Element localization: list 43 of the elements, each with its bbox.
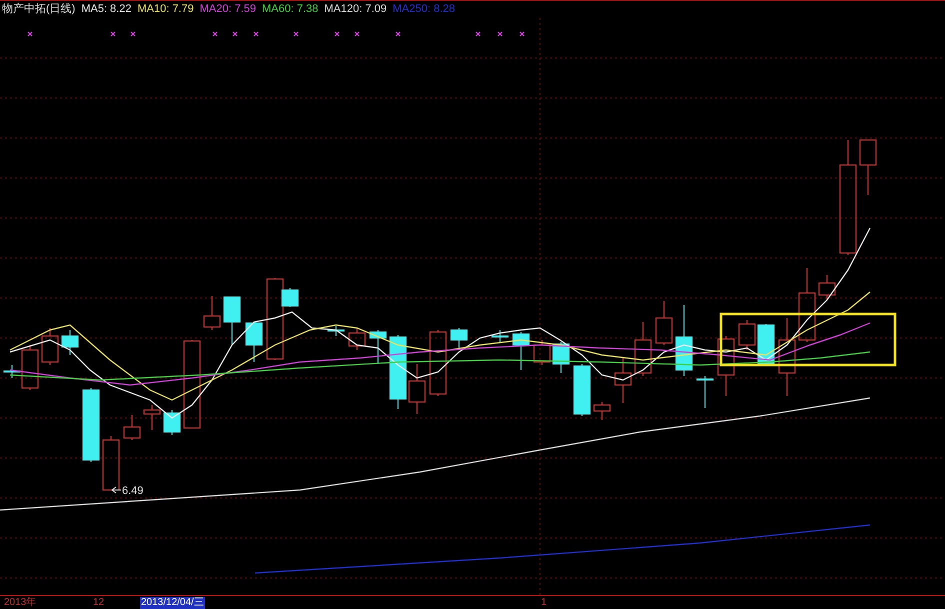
candlestick bbox=[512, 332, 530, 370]
candlestick bbox=[164, 410, 180, 436]
candlestick bbox=[614, 358, 632, 404]
candlestick bbox=[408, 364, 426, 414]
candlestick bbox=[818, 274, 836, 300]
moving-average-legend: MA60: 7.38 bbox=[262, 1, 318, 18]
candlestick bbox=[204, 296, 220, 330]
candlestick bbox=[738, 320, 756, 350]
candlestick bbox=[860, 140, 876, 196]
candlestick bbox=[492, 330, 508, 342]
candlestick bbox=[634, 322, 652, 376]
candlestick bbox=[370, 330, 386, 364]
candlestick bbox=[224, 296, 240, 346]
candlestick bbox=[696, 376, 714, 408]
moving-average-legend: MA120: 7.09 bbox=[324, 1, 387, 18]
date-axis-label: 2013年 bbox=[3, 597, 38, 609]
date-axis-label: 2013/12/04/三 bbox=[140, 597, 205, 609]
date-axis-label: 1 bbox=[540, 597, 548, 609]
candlestick bbox=[534, 340, 550, 366]
moving-average-legend: MA5: 8.22 bbox=[81, 1, 132, 18]
candlestick bbox=[676, 304, 692, 376]
candlestick bbox=[594, 402, 610, 420]
candlestick bbox=[656, 300, 672, 346]
candlestick bbox=[144, 404, 160, 430]
candlestick bbox=[102, 436, 120, 490]
candlestick bbox=[124, 414, 140, 440]
candlestick bbox=[328, 326, 344, 336]
candlestick bbox=[42, 328, 58, 366]
candlestick bbox=[718, 336, 734, 396]
moving-average-legend: MA20: 7.59 bbox=[200, 1, 256, 18]
arrow-icon bbox=[111, 486, 122, 494]
date-axis-label: 12 bbox=[92, 597, 106, 609]
moving-average-legend: MA10: 7.79 bbox=[137, 1, 194, 18]
candlestick bbox=[62, 330, 78, 356]
candlestick bbox=[552, 342, 570, 374]
candlestick bbox=[430, 330, 446, 396]
low-price-label: 6.49 bbox=[122, 485, 144, 497]
chart-title: 物产中拓(日线) bbox=[2, 2, 76, 18]
candlestick bbox=[348, 328, 366, 350]
moving-average-legend: MA250: 8.28 bbox=[392, 1, 456, 18]
candlestick bbox=[574, 364, 590, 416]
candlestick bbox=[450, 328, 468, 350]
candlestick bbox=[246, 322, 262, 362]
